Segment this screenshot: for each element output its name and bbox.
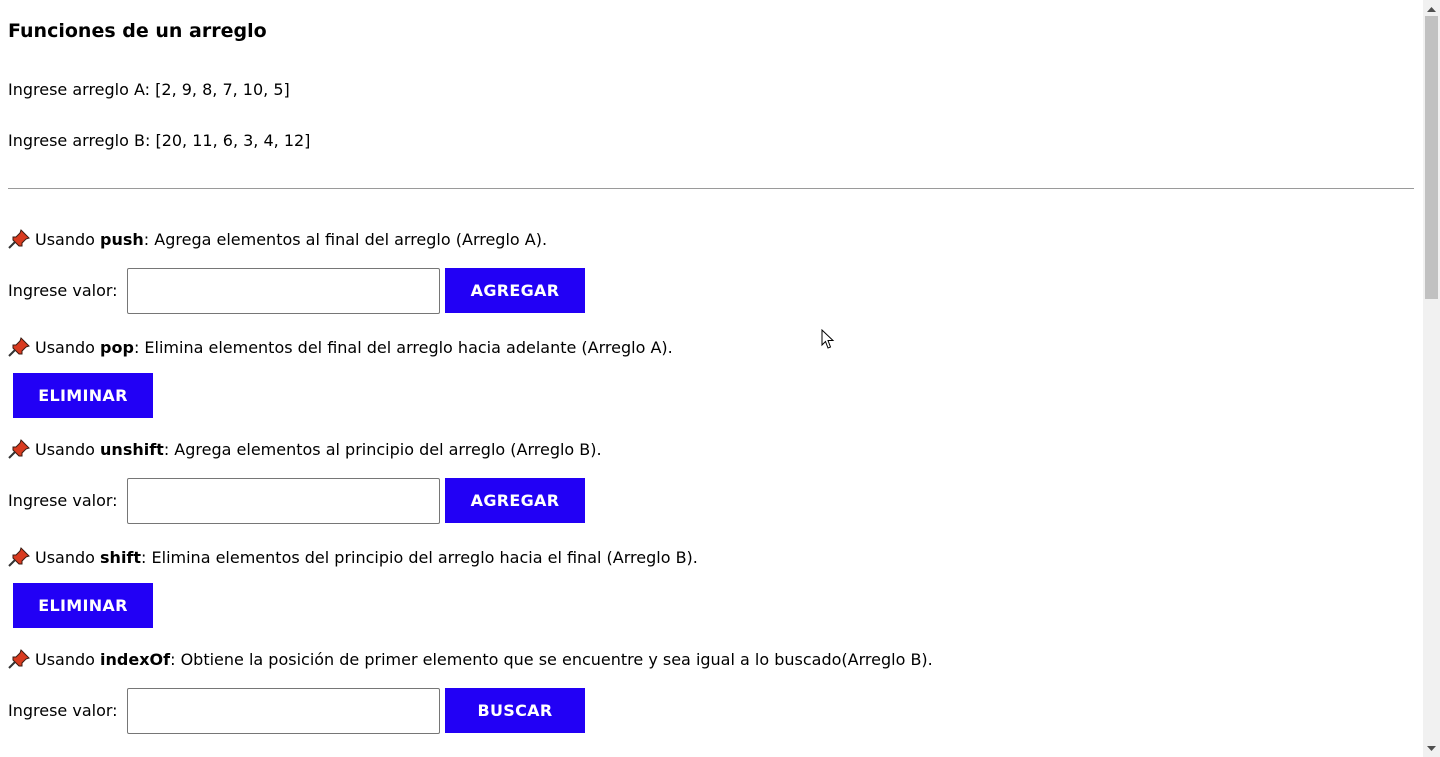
- scroll-up-arrow-icon[interactable]: [1423, 0, 1440, 17]
- pushpin-icon: [8, 547, 30, 567]
- unshift-value-input[interactable]: [127, 478, 440, 524]
- page: Funciones de un arreglo Ingrese arreglo …: [0, 0, 1423, 757]
- section-unshift-heading: Usando unshift: Agrega elementos al prin…: [8, 439, 602, 459]
- unshift-input-label: Ingrese valor:: [8, 491, 118, 510]
- section-shift-heading: Usando shift: Elimina elementos del prin…: [8, 547, 698, 567]
- method-name: push: [100, 230, 144, 249]
- section-pop-heading: Usando pop: Elimina elementos del final …: [8, 337, 673, 357]
- shift-remove-button[interactable]: ELIMINAR: [13, 583, 153, 628]
- section-indexof-heading: Usando indexOf: Obtiene la posición de p…: [8, 649, 933, 669]
- indexof-value-input[interactable]: [127, 688, 440, 734]
- method-name: pop: [100, 338, 134, 357]
- section-push-heading: Usando push: Agrega elementos al final d…: [8, 229, 547, 249]
- divider: [8, 188, 1414, 189]
- method-name: indexOf: [100, 650, 171, 669]
- pop-remove-button[interactable]: ELIMINAR: [13, 373, 153, 418]
- scroll-down-arrow-icon[interactable]: [1423, 740, 1440, 757]
- scrollbar-thumb[interactable]: [1425, 16, 1438, 299]
- push-input-label: Ingrese valor:: [8, 281, 118, 300]
- method-name: unshift: [100, 440, 164, 459]
- pushpin-icon: [8, 229, 30, 249]
- array-b-label: Ingrese arreglo B: [20, 11, 6, 3, 4, 12]: [8, 131, 311, 150]
- pushpin-icon: [8, 337, 30, 357]
- vertical-scrollbar[interactable]: [1423, 0, 1440, 757]
- indexof-search-button[interactable]: BUSCAR: [445, 688, 585, 733]
- pushpin-icon: [8, 649, 30, 669]
- mouse-cursor-icon: [821, 329, 835, 349]
- pushpin-icon: [8, 439, 30, 459]
- page-title: Funciones de un arreglo: [8, 20, 267, 42]
- array-a-label: Ingrese arreglo A: [2, 9, 8, 7, 10, 5]: [8, 80, 290, 99]
- push-add-button[interactable]: AGREGAR: [445, 268, 585, 313]
- method-name: shift: [100, 548, 142, 567]
- unshift-add-button[interactable]: AGREGAR: [445, 478, 585, 523]
- push-value-input[interactable]: [127, 268, 440, 314]
- indexof-input-label: Ingrese valor:: [8, 701, 118, 720]
